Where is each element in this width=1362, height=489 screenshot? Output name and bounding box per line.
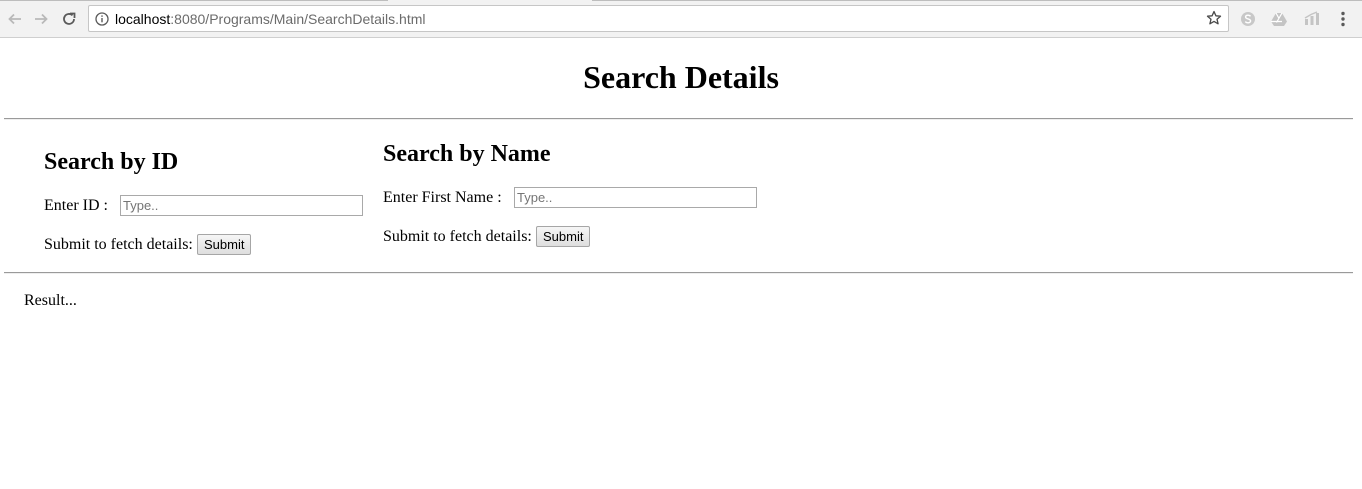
skype-icon[interactable]: [1239, 10, 1257, 28]
forward-arrow-icon: [35, 13, 48, 25]
top-divider: [4, 118, 1353, 120]
browser-toolbar: localhost:8080/Programs/Main/SearchDetai…: [0, 0, 1362, 38]
id-submit-label: Submit to fetch details:: [44, 236, 193, 253]
url-text[interactable]: localhost:8080/Programs/Main/SearchDetai…: [115, 10, 426, 28]
url-host: localhost: [115, 11, 171, 27]
star-icon[interactable]: [1206, 10, 1222, 26]
address-bar[interactable]: localhost:8080/Programs/Main/SearchDetai…: [88, 5, 1229, 32]
search-by-id-heading: Search by ID: [44, 149, 179, 175]
back-button[interactable]: [5, 9, 25, 29]
drive-icon[interactable]: [1270, 10, 1288, 28]
bottom-divider: [4, 272, 1353, 274]
name-submit-button[interactable]: Submit: [536, 226, 591, 247]
id-submit-button[interactable]: Submit: [197, 234, 252, 255]
search-by-name-heading: Search by Name: [383, 141, 551, 167]
reload-icon: [63, 12, 76, 25]
name-submit-label: Submit to fetch details:: [383, 228, 532, 245]
info-icon[interactable]: [95, 12, 109, 26]
result-text: Result...: [24, 292, 77, 309]
reload-button[interactable]: [59, 9, 79, 29]
analytics-icon[interactable]: [1303, 10, 1321, 28]
kebab-menu-icon[interactable]: [1337, 10, 1349, 28]
id-label: Enter ID :: [44, 197, 108, 214]
back-arrow-icon: [8, 13, 21, 25]
forward-button[interactable]: [31, 9, 51, 29]
first-name-input[interactable]: [514, 187, 757, 208]
first-name-label: Enter First Name :: [383, 189, 502, 206]
tabstrip-edge: [0, 0, 388, 1]
url-path: :8080/Programs/Main/SearchDetails.html: [170, 11, 426, 27]
tabstrip-edge: [592, 0, 1362, 1]
id-input[interactable]: [120, 195, 363, 216]
page-title: Search Details: [583, 59, 779, 95]
